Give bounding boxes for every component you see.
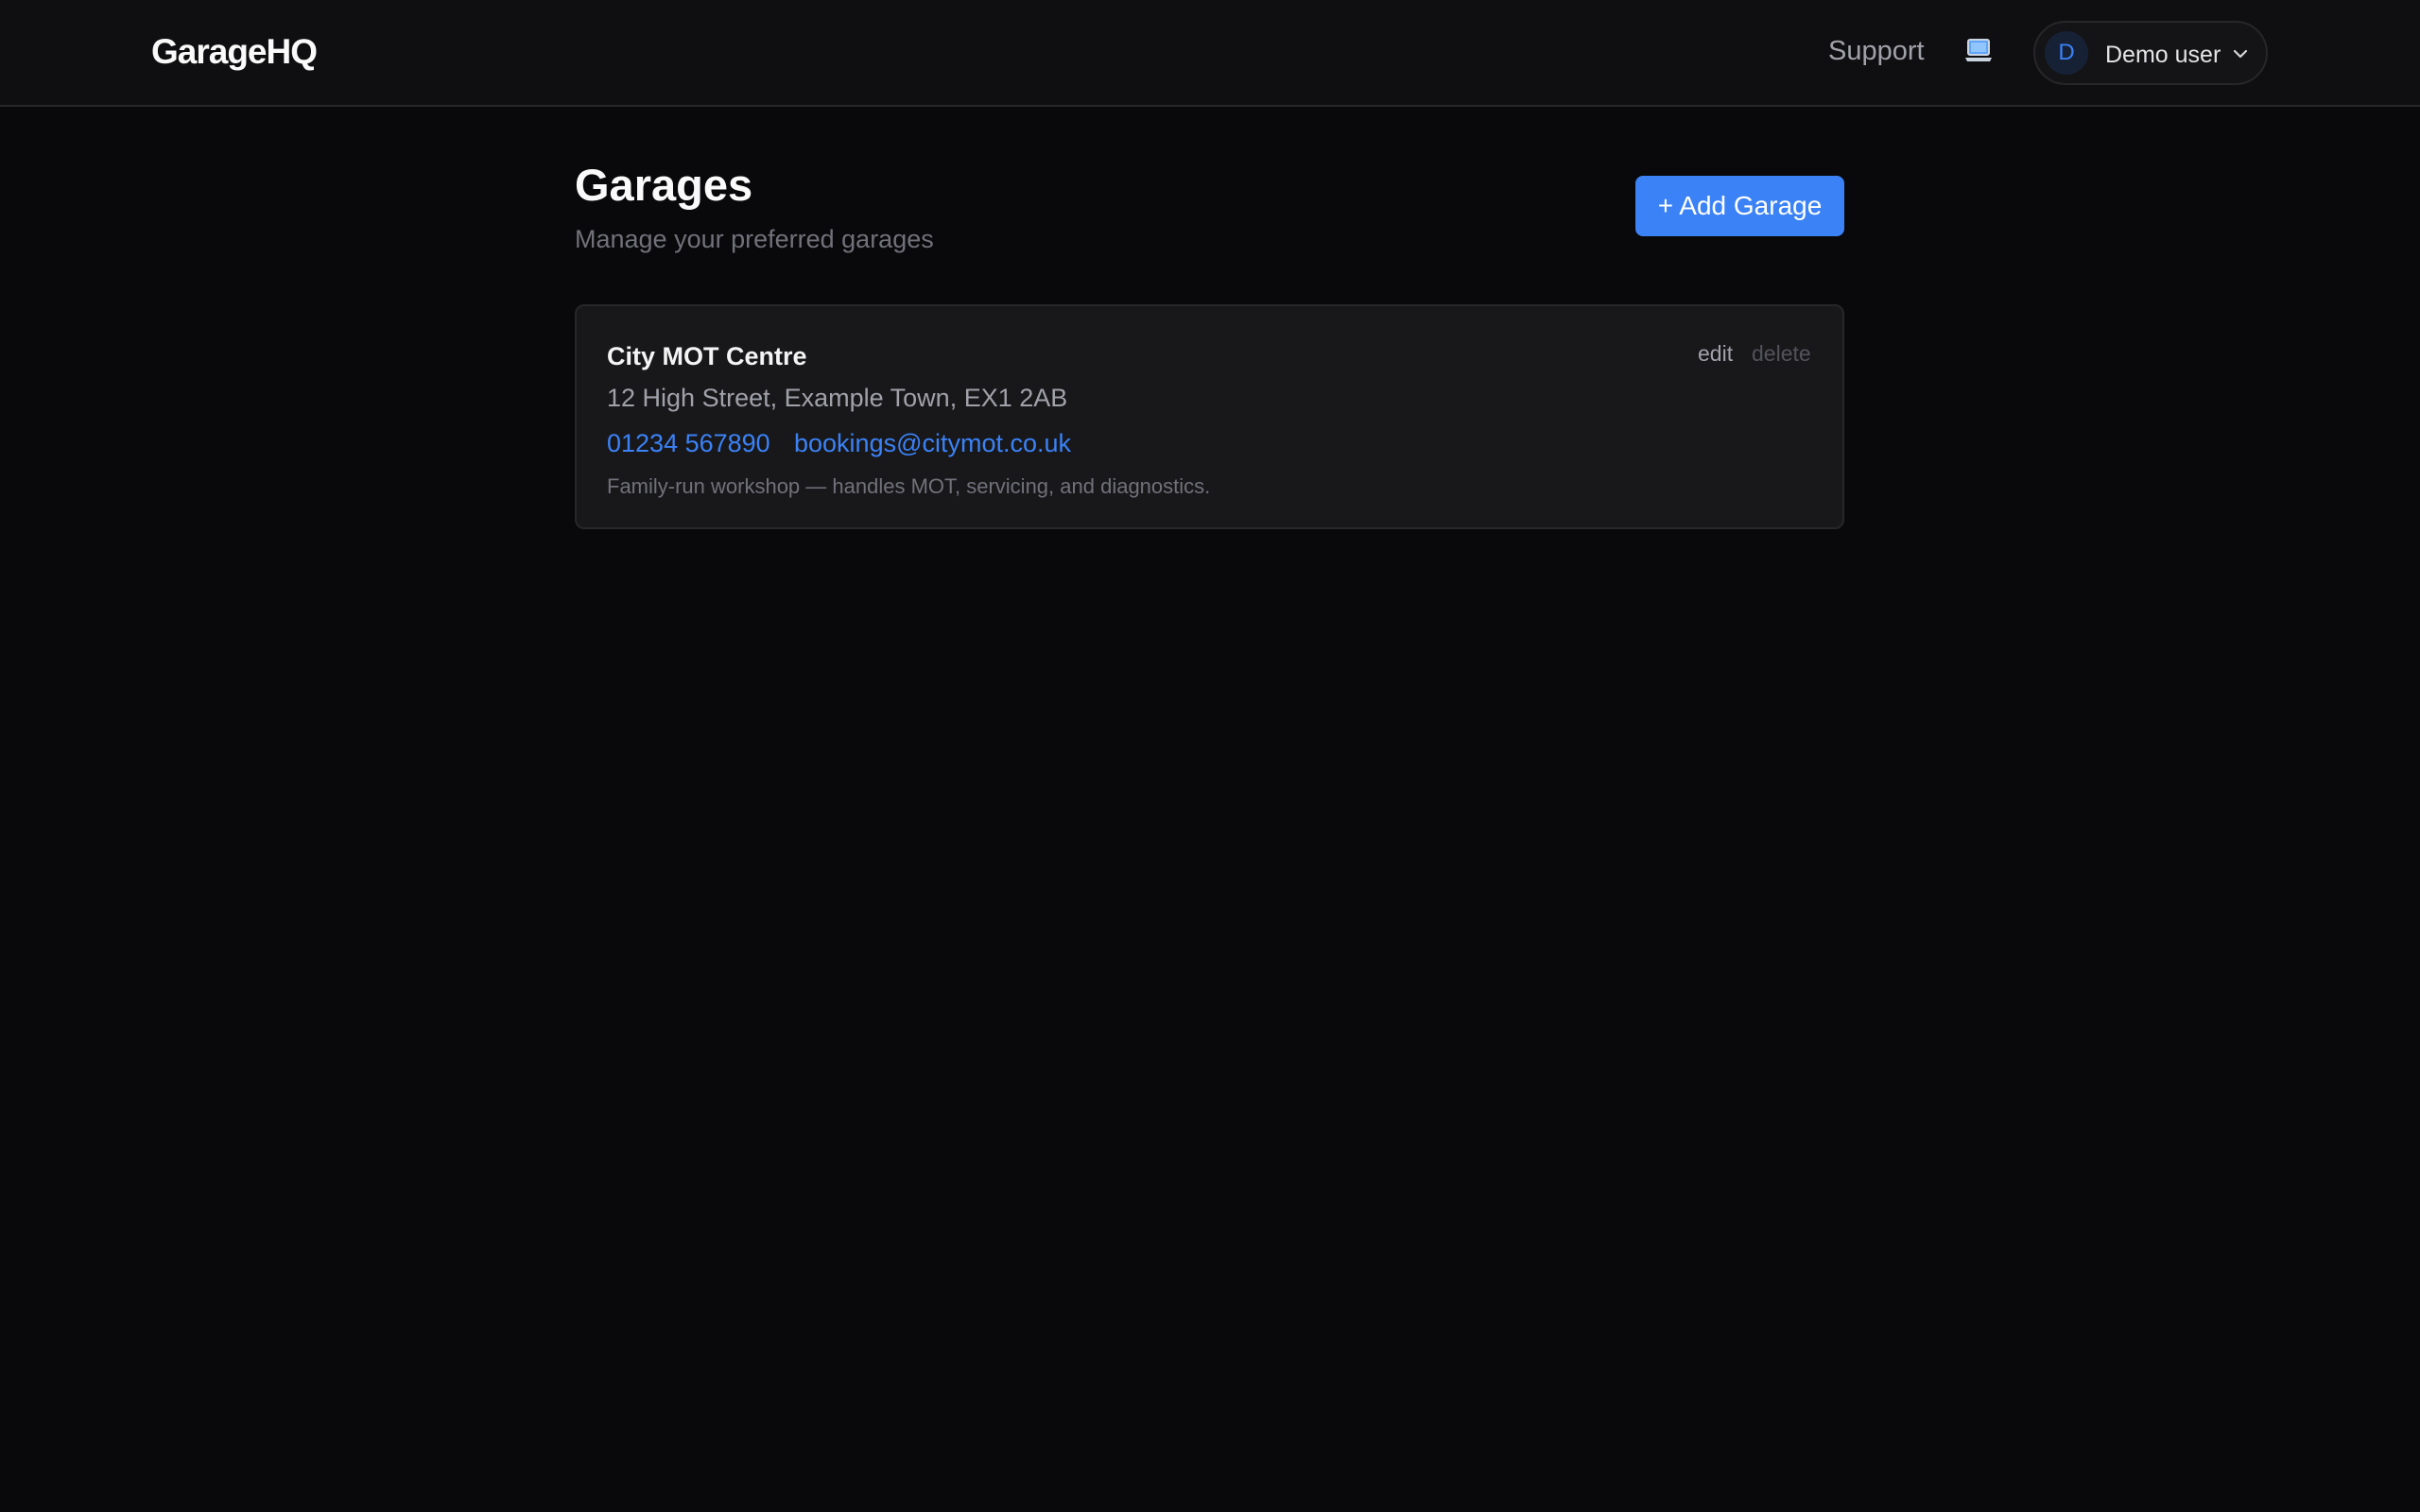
user-name: Demo user (2105, 42, 2221, 68)
chevron-down-icon (2230, 43, 2251, 64)
laptop-icon[interactable] (1964, 38, 1993, 64)
add-garage-button[interactable]: + Add Garage (1635, 176, 1844, 236)
page-subtitle: Manage your preferred garages (575, 225, 934, 253)
garage-notes: Family-run workshop — handles MOT, servi… (607, 474, 1211, 498)
avatar: D (2045, 31, 2088, 75)
page-title: Garages (575, 160, 753, 210)
edit-garage-button[interactable]: edit (1698, 341, 1733, 367)
garage-name: City MOT Centre (607, 342, 807, 370)
garage-email-link[interactable]: bookings@citymot.co.uk (794, 429, 1071, 458)
garage-address: 12 High Street, Example Town, EX1 2AB (607, 384, 1068, 412)
support-link[interactable]: Support (1828, 36, 1925, 67)
garage-phone-link[interactable]: 01234 567890 (607, 429, 770, 458)
garage-card: City MOT Centre 12 High Street, Example … (575, 304, 1844, 529)
delete-garage-button[interactable]: delete (1752, 341, 1811, 367)
user-menu-button[interactable]: D Demo user (2033, 21, 2268, 85)
top-navigation-bar: GarageHQ Support D Demo user (0, 0, 2420, 107)
brand-logo[interactable]: GarageHQ (151, 32, 318, 72)
